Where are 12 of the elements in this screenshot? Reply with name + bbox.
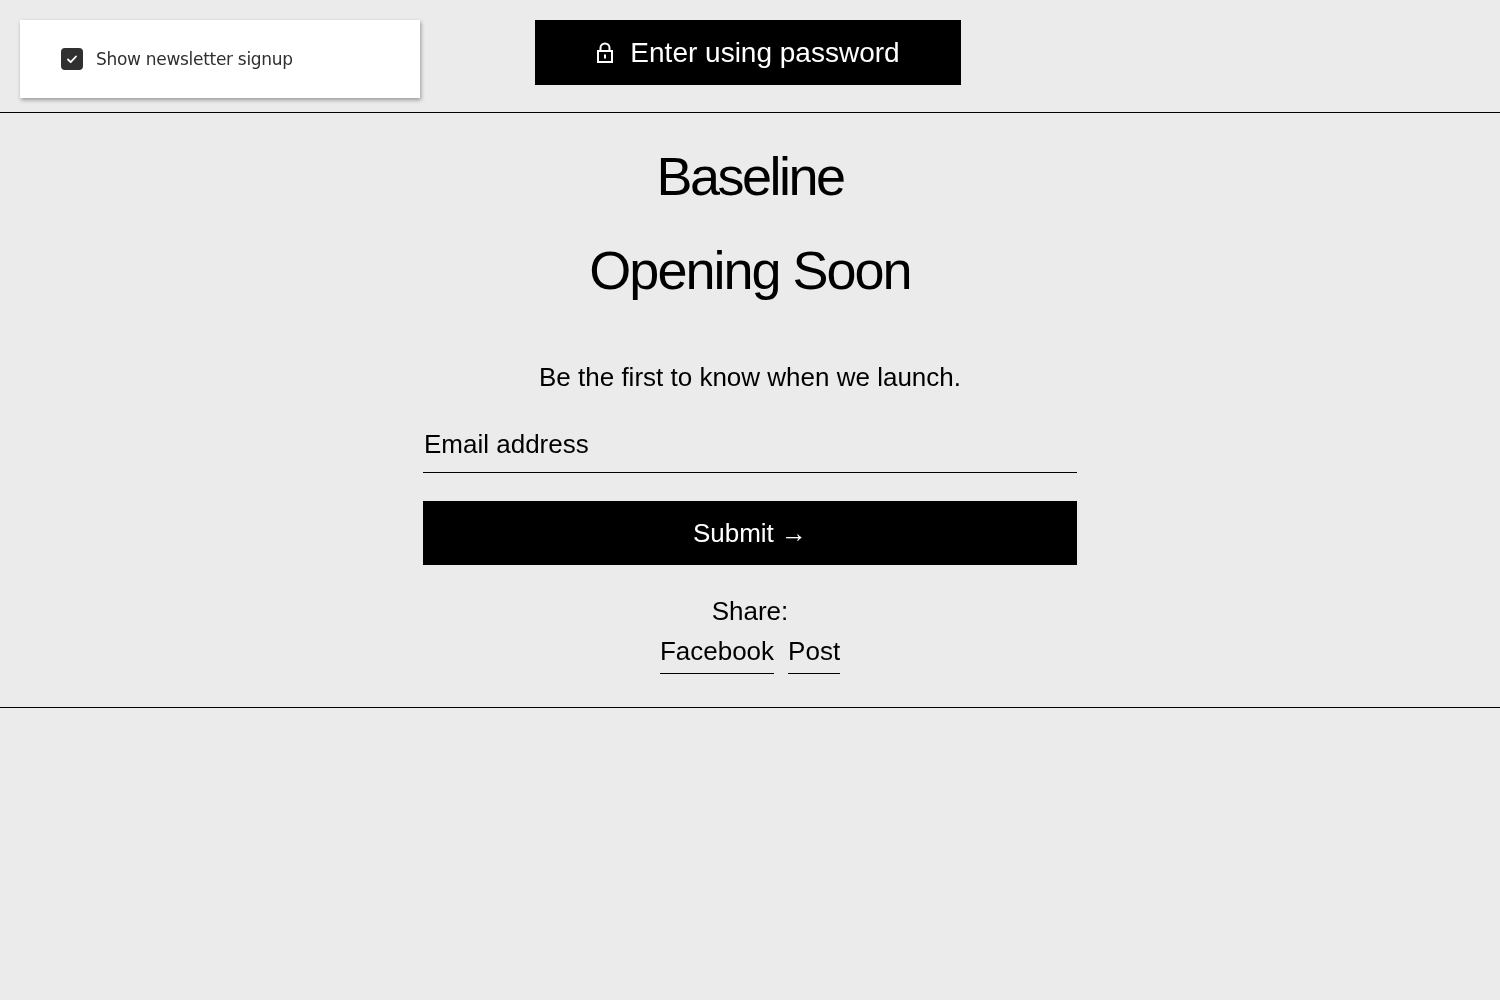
opening-soon-heading: Opening Soon (589, 239, 911, 302)
tagline: Be the first to know when we launch. (539, 361, 961, 393)
newsletter-checkbox[interactable] (61, 48, 83, 70)
lock-icon (596, 41, 615, 64)
share-label: Share: (711, 595, 789, 627)
share-link[interactable]: Facebook (659, 635, 775, 674)
store-name: Baseline (656, 145, 844, 208)
email-input-field[interactable]: Email address (423, 423, 1077, 473)
enter-password-button[interactable]: Enter using password (535, 20, 961, 85)
submit-button[interactable]: Submit → (423, 501, 1077, 565)
share-link[interactable]: Post (788, 635, 841, 674)
checkbox-label: Show newsletter signup (96, 49, 293, 69)
